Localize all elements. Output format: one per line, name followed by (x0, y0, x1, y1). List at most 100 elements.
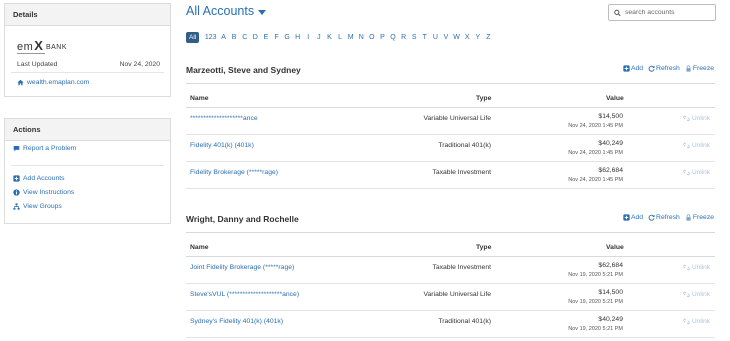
col-type: Type (476, 95, 492, 102)
refresh-button[interactable]: Refresh (648, 65, 680, 72)
unlink-button[interactable]: Unlink (683, 142, 710, 149)
filter-l[interactable]: L (335, 34, 346, 41)
group-divider (186, 83, 715, 84)
details-panel: Details em X BANK Last Updated Nov 24, 2… (4, 3, 171, 97)
filter-x[interactable]: X (462, 34, 473, 41)
account-updated: Nov 24, 2020 1:45 PM (568, 150, 623, 156)
group-title: Wright, Danny and Rochelle (186, 214, 299, 224)
freeze-button[interactable]: Freeze (685, 65, 714, 72)
col-name: Name (190, 244, 209, 251)
account-value: $62,684 (598, 262, 623, 269)
add-account-button[interactable]: Add (623, 214, 643, 221)
filter-h[interactable]: H (292, 34, 303, 41)
site-link[interactable]: wealth.emaplan.com (17, 79, 89, 86)
view-groups-label: View Groups (23, 203, 62, 210)
account-updated: Nov 24, 2020 1:45 PM (568, 177, 623, 183)
add-accounts-label: Add Accounts (23, 175, 65, 182)
filter-a[interactable]: A (218, 34, 229, 41)
actions-heading: Actions (5, 119, 170, 141)
caret-down-icon (258, 9, 267, 15)
account-value: $40,249 (598, 316, 623, 323)
account-updated: Nov 19, 2020 5:21 PM (568, 299, 623, 305)
site-link-label: wealth.emaplan.com (27, 79, 90, 86)
account-value: $40,249 (598, 140, 623, 147)
filter-all[interactable]: All (186, 32, 200, 43)
account-updated: Nov 19, 2020 5:21 PM (568, 272, 623, 278)
unlink-button[interactable]: Unlink (683, 264, 710, 271)
freeze-label: Freeze (692, 65, 714, 72)
account-value: $14,500 (598, 289, 623, 296)
freeze-button[interactable]: Freeze (685, 214, 714, 221)
add-label: Add (630, 65, 644, 72)
account-type: Traditional 401(k) (438, 318, 491, 325)
refresh-icon (648, 65, 655, 72)
account-type: Variable Universal Life (423, 291, 492, 298)
unlink-button[interactable]: Unlink (683, 291, 710, 298)
col-value: Value (606, 244, 624, 251)
filter-w[interactable]: W (451, 34, 462, 41)
account-name-link[interactable]: Fidelity Brokerage (*****rage) (190, 169, 278, 176)
filter-e[interactable]: E (261, 34, 272, 41)
filter-i[interactable]: I (303, 34, 314, 41)
page-title: All Accounts (186, 4, 255, 18)
freeze-label: Freeze (692, 214, 714, 221)
filter-j[interactable]: J (314, 34, 325, 41)
filter-v[interactable]: V (441, 34, 452, 41)
actions-divider (11, 165, 164, 166)
account-name-link[interactable]: Fidelity 401(k) (401k) (190, 142, 254, 149)
view-instructions-link[interactable]: View Instructions (13, 189, 74, 196)
group-actions: Add Refresh Freeze (623, 214, 714, 221)
filter-123[interactable]: 123 (203, 34, 218, 41)
search-input[interactable] (625, 9, 710, 16)
filter-y[interactable]: Y (472, 34, 483, 41)
account-name-link[interactable]: Steve'sVUL (********************ance) (190, 291, 299, 298)
unlink-icon (683, 291, 690, 298)
filter-z[interactable]: Z (483, 34, 494, 41)
home-icon (17, 79, 24, 86)
details-divider (11, 72, 164, 73)
filter-f[interactable]: F (271, 34, 282, 41)
account-name-link[interactable]: ********************ance (190, 115, 258, 122)
filter-r[interactable]: R (398, 34, 409, 41)
refresh-label: Refresh (656, 214, 680, 221)
unlink-button[interactable]: Unlink (683, 115, 710, 122)
filter-n[interactable]: N (356, 34, 367, 41)
filter-o[interactable]: O (367, 34, 378, 41)
all-accounts-dropdown[interactable]: All Accounts (186, 4, 267, 18)
unlink-button[interactable]: Unlink (683, 318, 710, 325)
account-name-link[interactable]: Joint Fidelity Brokerage (*****rage) (190, 264, 294, 271)
filter-m[interactable]: M (345, 34, 356, 41)
view-groups-link[interactable]: View Groups (13, 203, 62, 210)
report-problem-link[interactable]: Report a Problem (13, 145, 76, 152)
filter-k[interactable]: K (324, 34, 335, 41)
filter-t[interactable]: T (420, 34, 431, 41)
filter-g[interactable]: G (282, 34, 293, 41)
account-type: Taxable Investment (432, 264, 491, 271)
unlink-icon (683, 169, 690, 176)
filter-u[interactable]: U (430, 34, 441, 41)
lock-icon (685, 214, 692, 221)
table-row: Sydney's Fidelity 401(k) (401k) Traditio… (186, 311, 715, 338)
filter-s[interactable]: S (409, 34, 420, 41)
filter-d[interactable]: D (250, 34, 261, 41)
refresh-button[interactable]: Refresh (648, 214, 680, 221)
plus-square-icon (623, 214, 630, 221)
add-accounts-link[interactable]: Add Accounts (13, 175, 65, 182)
account-value: $62,684 (598, 167, 623, 174)
unlink-button[interactable]: Unlink (683, 169, 710, 176)
table-row: Joint Fidelity Brokerage (*****rage) Tax… (186, 257, 715, 284)
comment-icon (13, 145, 20, 152)
last-updated-value: Nov 24, 2020 (119, 61, 160, 68)
plus-square-icon (623, 65, 630, 72)
add-label: Add (630, 214, 644, 221)
add-account-button[interactable]: Add (623, 65, 643, 72)
search-box (608, 4, 716, 21)
details-heading: Details (5, 4, 170, 26)
filter-q[interactable]: Q (388, 34, 399, 41)
unlink-icon (683, 142, 690, 149)
account-name-link[interactable]: Sydney's Fidelity 401(k) (401k) (190, 318, 283, 325)
account-type: Variable Universal Life (423, 115, 492, 122)
filter-p[interactable]: P (377, 34, 388, 41)
filter-b[interactable]: B (229, 34, 240, 41)
filter-c[interactable]: C (239, 34, 250, 41)
